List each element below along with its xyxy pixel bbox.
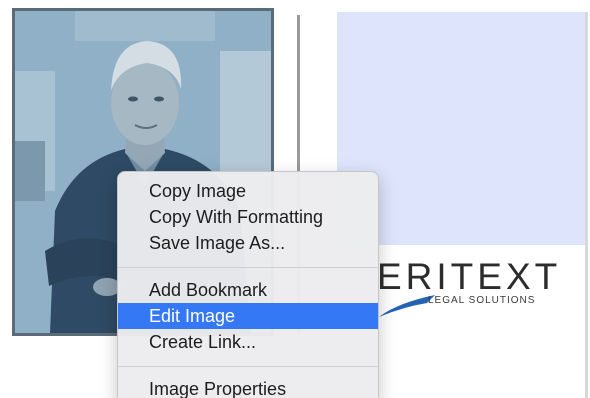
context-menu: Copy Image Copy With Formatting Save Ima… xyxy=(117,171,379,398)
menu-item-add-bookmark[interactable]: Add Bookmark xyxy=(118,277,378,303)
menu-separator xyxy=(118,267,378,268)
logo-tagline: LEGAL SOLUTIONS xyxy=(428,295,536,306)
menu-item-create-link[interactable]: Create Link... xyxy=(118,329,378,355)
menu-item-save-image-as[interactable]: Save Image As... xyxy=(118,230,378,256)
menu-item-copy-with-formatting[interactable]: Copy With Formatting xyxy=(118,204,378,230)
menu-item-image-properties[interactable]: Image Properties xyxy=(118,376,378,398)
document-canvas: ERITEXT LEGAL SOLUTIONS Copy Image Copy … xyxy=(0,0,590,398)
page-edge xyxy=(585,12,588,398)
logo-wordmark: ERITEXT xyxy=(377,256,562,297)
menu-separator xyxy=(118,366,378,367)
menu-item-edit-image[interactable]: Edit Image xyxy=(118,303,378,329)
menu-item-copy-image[interactable]: Copy Image xyxy=(118,178,378,204)
